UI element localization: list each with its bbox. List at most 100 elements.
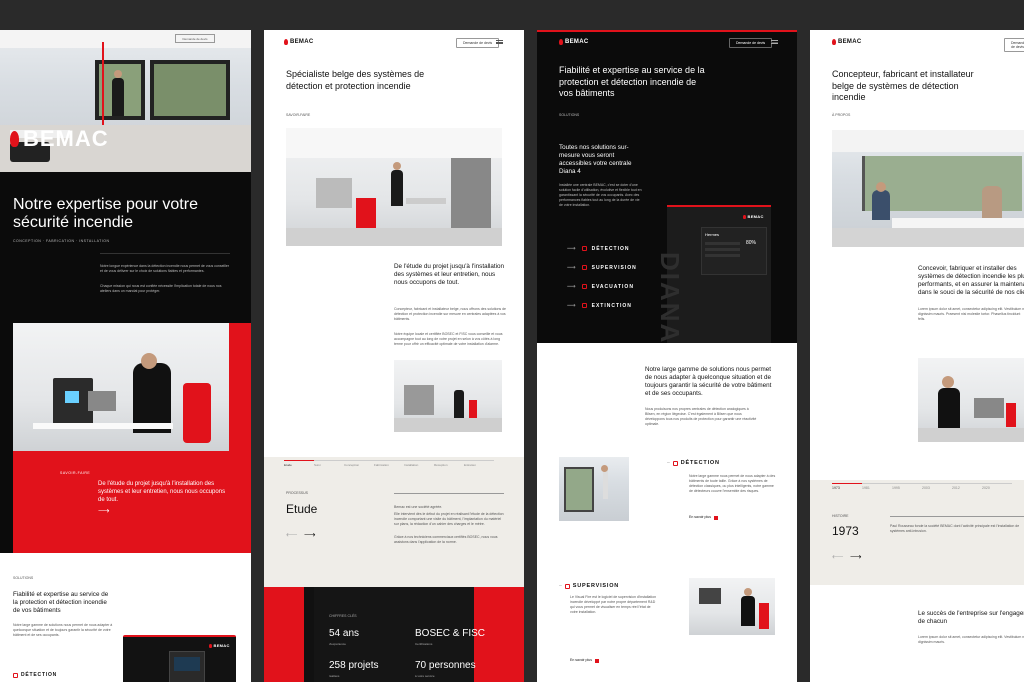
flame-icon <box>559 39 563 45</box>
page-savoir-faire: BEMAC Demande de devis Spécialiste belge… <box>264 30 524 682</box>
timeline-year[interactable]: 2003 <box>922 483 952 491</box>
supervision-photo <box>689 578 775 635</box>
diana-title: Toutes nos solutions sur-mesure vous ser… <box>559 144 632 175</box>
detection-more-link[interactable]: En savoir plus <box>689 515 718 520</box>
stat-value: BOSEC & FISC <box>415 628 486 639</box>
menu-icon[interactable] <box>496 40 503 44</box>
history-text: Paul Rousseau fonde la société BEMAC don… <box>890 524 1020 533</box>
contact-button[interactable]: Demande de devis <box>1004 38 1024 52</box>
header-logo[interactable]: BEMAC <box>832 39 862 45</box>
supervision-more-link[interactable]: En savoir plus <box>570 658 599 663</box>
extinction-icon <box>581 303 587 308</box>
device-screen: Hermes <box>705 232 720 237</box>
diana-text: Installée une centrale BEMAC, c'est se d… <box>559 183 642 207</box>
detection-text: Notre large gamme nous permet de nous ad… <box>689 474 776 493</box>
intro-text: Lorem ipsum dolor sit amet, consectetur … <box>918 307 1024 321</box>
arrow-left-icon[interactable]: ⟵ <box>832 552 843 561</box>
stat-value: 70 personnes <box>415 660 476 671</box>
arrow-right-icon[interactable]: ⟶ <box>304 530 315 539</box>
range-text: Nous produisons nos propres centrales de… <box>645 407 757 426</box>
stat-label: Certifications <box>415 642 433 646</box>
process-label: PROCESSUS <box>286 491 308 495</box>
intro-title: Concevoir, fabriquer et installer des sy… <box>918 265 1024 296</box>
device-percent: 80% <box>746 240 757 246</box>
menu-item-extinction[interactable]: ⟶ EXTINCTION <box>567 302 632 310</box>
detection-link[interactable]: DÉTECTION <box>13 672 57 678</box>
page-home: Demande de devis BEMAC Notre expertise p… <box>0 30 251 682</box>
diana-device: BEMAC Hermes 80% DIANA 4 <box>655 205 771 369</box>
page-title: Spécialiste belge des systèmes de détect… <box>286 69 425 91</box>
detection-icon <box>581 246 587 251</box>
tab-etude[interactable]: Etude <box>284 460 314 467</box>
header-logo[interactable]: BEMAC <box>284 39 314 45</box>
meeting-photo <box>832 130 1024 247</box>
solutions-text: Notre large gamme de solutions nous perm… <box>13 623 113 637</box>
workshop-photo <box>286 128 502 246</box>
red-caption-label: SAVOIR-FAIRE <box>60 471 91 475</box>
timeline-year[interactable]: 2020 <box>982 483 1012 491</box>
process-text-1: Bemac est une société agréée. <box>394 505 443 509</box>
stat-label: à votre service <box>415 674 435 678</box>
hero-title: Notre expertise pour votre sécurité ince… <box>13 196 198 231</box>
intro-text-2: Chaque mission qui nous est confiée néce… <box>100 284 222 293</box>
block-text-1: Concepteur, fabricant et installateur be… <box>394 307 507 321</box>
stat-value: 258 projets <box>329 660 379 671</box>
stat-value: 54 ans <box>329 628 360 639</box>
supervision-heading: – SUPERVISION <box>559 583 620 589</box>
red-caption: De l'étude du projet jusqu'à l'installat… <box>98 481 226 503</box>
timeline-year[interactable]: 1995 <box>892 483 922 491</box>
menu-icon[interactable] <box>771 40 778 44</box>
page-tag: SOLUTIONS <box>559 113 580 117</box>
contact-button[interactable]: Demande de devis <box>456 38 500 48</box>
supervision-icon <box>564 583 570 589</box>
detection-heading: – DÉTECTION <box>667 460 720 466</box>
tab-entretien[interactable]: Entretien <box>464 460 494 467</box>
hero-tags: CONCEPTION · FABRICATION · INSTALLATION <box>13 239 110 243</box>
timeline-year[interactable]: 1973 <box>832 483 862 491</box>
arrow-left-icon[interactable]: ⟵ <box>286 530 297 539</box>
solutions-label: SOLUTIONS <box>13 576 34 580</box>
arrow-right-icon[interactable]: ⟶ <box>98 506 109 515</box>
evacuation-icon <box>581 284 587 289</box>
history-year: 1973 <box>832 524 859 538</box>
central-device: BEMAC <box>123 635 236 682</box>
page-tag: À PROPOS <box>832 113 851 117</box>
process-title: Etude <box>286 502 318 516</box>
flame-icon <box>284 39 288 45</box>
flame-icon <box>832 39 836 45</box>
history-label: HISTOIRE <box>832 514 849 518</box>
history-timeline: 1973 1981 1995 2003 2012 2020 <box>832 483 1012 491</box>
tab-conception[interactable]: Conception <box>344 460 374 467</box>
page-title: Fiabilité et expertise au service de la … <box>559 65 705 98</box>
contact-button[interactable]: Demande de devis <box>729 38 773 48</box>
stat-label: réalisés <box>329 674 340 678</box>
stat-label: d'expérience <box>329 642 346 646</box>
lab-photo <box>394 360 502 432</box>
menu-item-evacuation[interactable]: ⟶ EVACUATION <box>567 283 634 291</box>
tab-reception[interactable]: Réception <box>434 460 464 467</box>
menu-item-detection[interactable]: ⟶ DÉTECTION <box>567 245 630 253</box>
header-logo[interactable]: BEMAC <box>559 39 589 45</box>
engage-text: Lorem ipsum dolor sit amet, consectetur … <box>918 635 1024 644</box>
page-tag: SAVOIR-FAIRE <box>286 113 311 117</box>
process-text-3: Grâce à nos techniciens commerciaux cert… <box>394 535 498 544</box>
hero-photo: Demande de devis BEMAC <box>0 30 251 172</box>
block-text-2: Notre équipe locale et certifiée BOSEC e… <box>394 332 503 346</box>
arrow-right-icon[interactable]: ⟶ <box>850 552 861 561</box>
range-title: Notre large gamme de solutions nous perm… <box>645 366 772 397</box>
stats-label: CHIFFRES CLÉS <box>329 614 357 618</box>
technician-photo <box>13 323 229 451</box>
page-title: Concepteur, fabricant et installateur be… <box>832 69 974 102</box>
tab-installation[interactable]: Installation <box>404 460 434 467</box>
page-about: BEMAC Demande de devis Concepteur, fabri… <box>810 30 1024 682</box>
contact-button[interactable]: Demande de devis <box>175 34 215 43</box>
timeline-year[interactable]: 1981 <box>862 483 892 491</box>
detection-icon <box>13 672 18 678</box>
menu-item-supervision[interactable]: ⟶ SUPERVISION <box>567 264 637 272</box>
hero-logo: BEMAC <box>10 126 109 152</box>
block-title: De l'étude du projet jusqu'à l'installat… <box>394 263 505 286</box>
tab-fabrication[interactable]: Fabrication <box>374 460 404 467</box>
tab-suivi[interactable]: Suivi <box>314 460 344 467</box>
timeline-year[interactable]: 2012 <box>952 483 982 491</box>
detection-photo <box>559 457 629 521</box>
